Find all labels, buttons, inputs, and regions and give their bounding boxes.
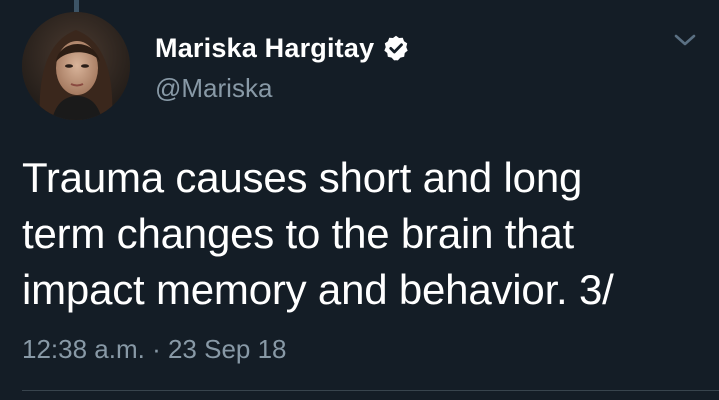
tweet-text: Trauma causes short and long term change… bbox=[22, 150, 702, 318]
avatar[interactable] bbox=[22, 12, 130, 120]
user-name-row[interactable]: Mariska Hargitay bbox=[155, 30, 410, 66]
tweet-text-line: term changes to the brain that bbox=[22, 210, 574, 257]
user-handle[interactable]: @Mariska bbox=[155, 73, 272, 104]
chevron-down-icon[interactable] bbox=[672, 30, 698, 50]
divider bbox=[22, 390, 719, 391]
thread-connector-line bbox=[74, 0, 79, 12]
tweet-timestamp[interactable]: 12:38 a.m. · 23 Sep 18 bbox=[22, 334, 287, 365]
tweet-text-line: impact memory and behavior. 3/ bbox=[22, 266, 614, 313]
display-name[interactable]: Mariska Hargitay bbox=[155, 33, 374, 64]
tweet-card: Mariska Hargitay @Mariska Trauma causes … bbox=[0, 0, 719, 400]
avatar-image bbox=[22, 12, 130, 120]
tweet-text-line: Trauma causes short and long bbox=[22, 154, 583, 201]
verified-badge-icon bbox=[382, 34, 410, 62]
